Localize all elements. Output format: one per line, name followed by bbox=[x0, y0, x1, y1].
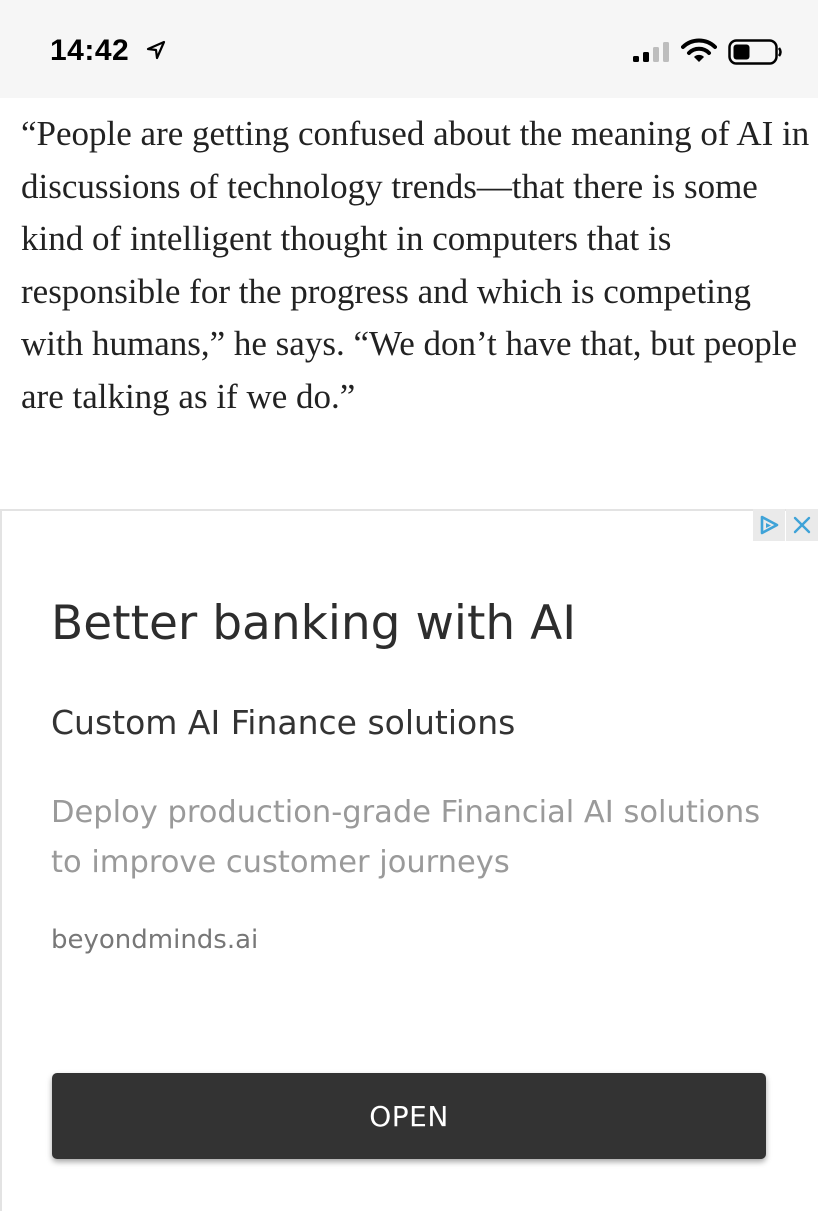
adchoices-button[interactable] bbox=[753, 509, 785, 541]
wifi-icon bbox=[681, 38, 717, 62]
ad-description[interactable]: Deploy production-grade Financial AI sol… bbox=[51, 788, 791, 888]
ad-domain-link[interactable]: beyondminds.ai bbox=[51, 925, 258, 955]
ad-close-button[interactable] bbox=[786, 509, 818, 541]
article-paragraph: “People are getting confused about the m… bbox=[21, 114, 810, 416]
ad-subheadline[interactable]: Custom AI Finance solutions bbox=[51, 703, 515, 742]
adchoices-icon bbox=[760, 515, 779, 535]
ad-open-button[interactable]: OPEN bbox=[52, 1073, 766, 1159]
location-arrow-icon bbox=[146, 40, 166, 60]
ad-headline[interactable]: Better banking with AI bbox=[51, 596, 576, 651]
status-time: 14:42 bbox=[50, 34, 130, 67]
close-icon bbox=[793, 516, 811, 534]
status-bar: 14:42 bbox=[0, 0, 818, 98]
battery-icon bbox=[728, 39, 782, 65]
cellular-signal-icon bbox=[633, 42, 669, 62]
